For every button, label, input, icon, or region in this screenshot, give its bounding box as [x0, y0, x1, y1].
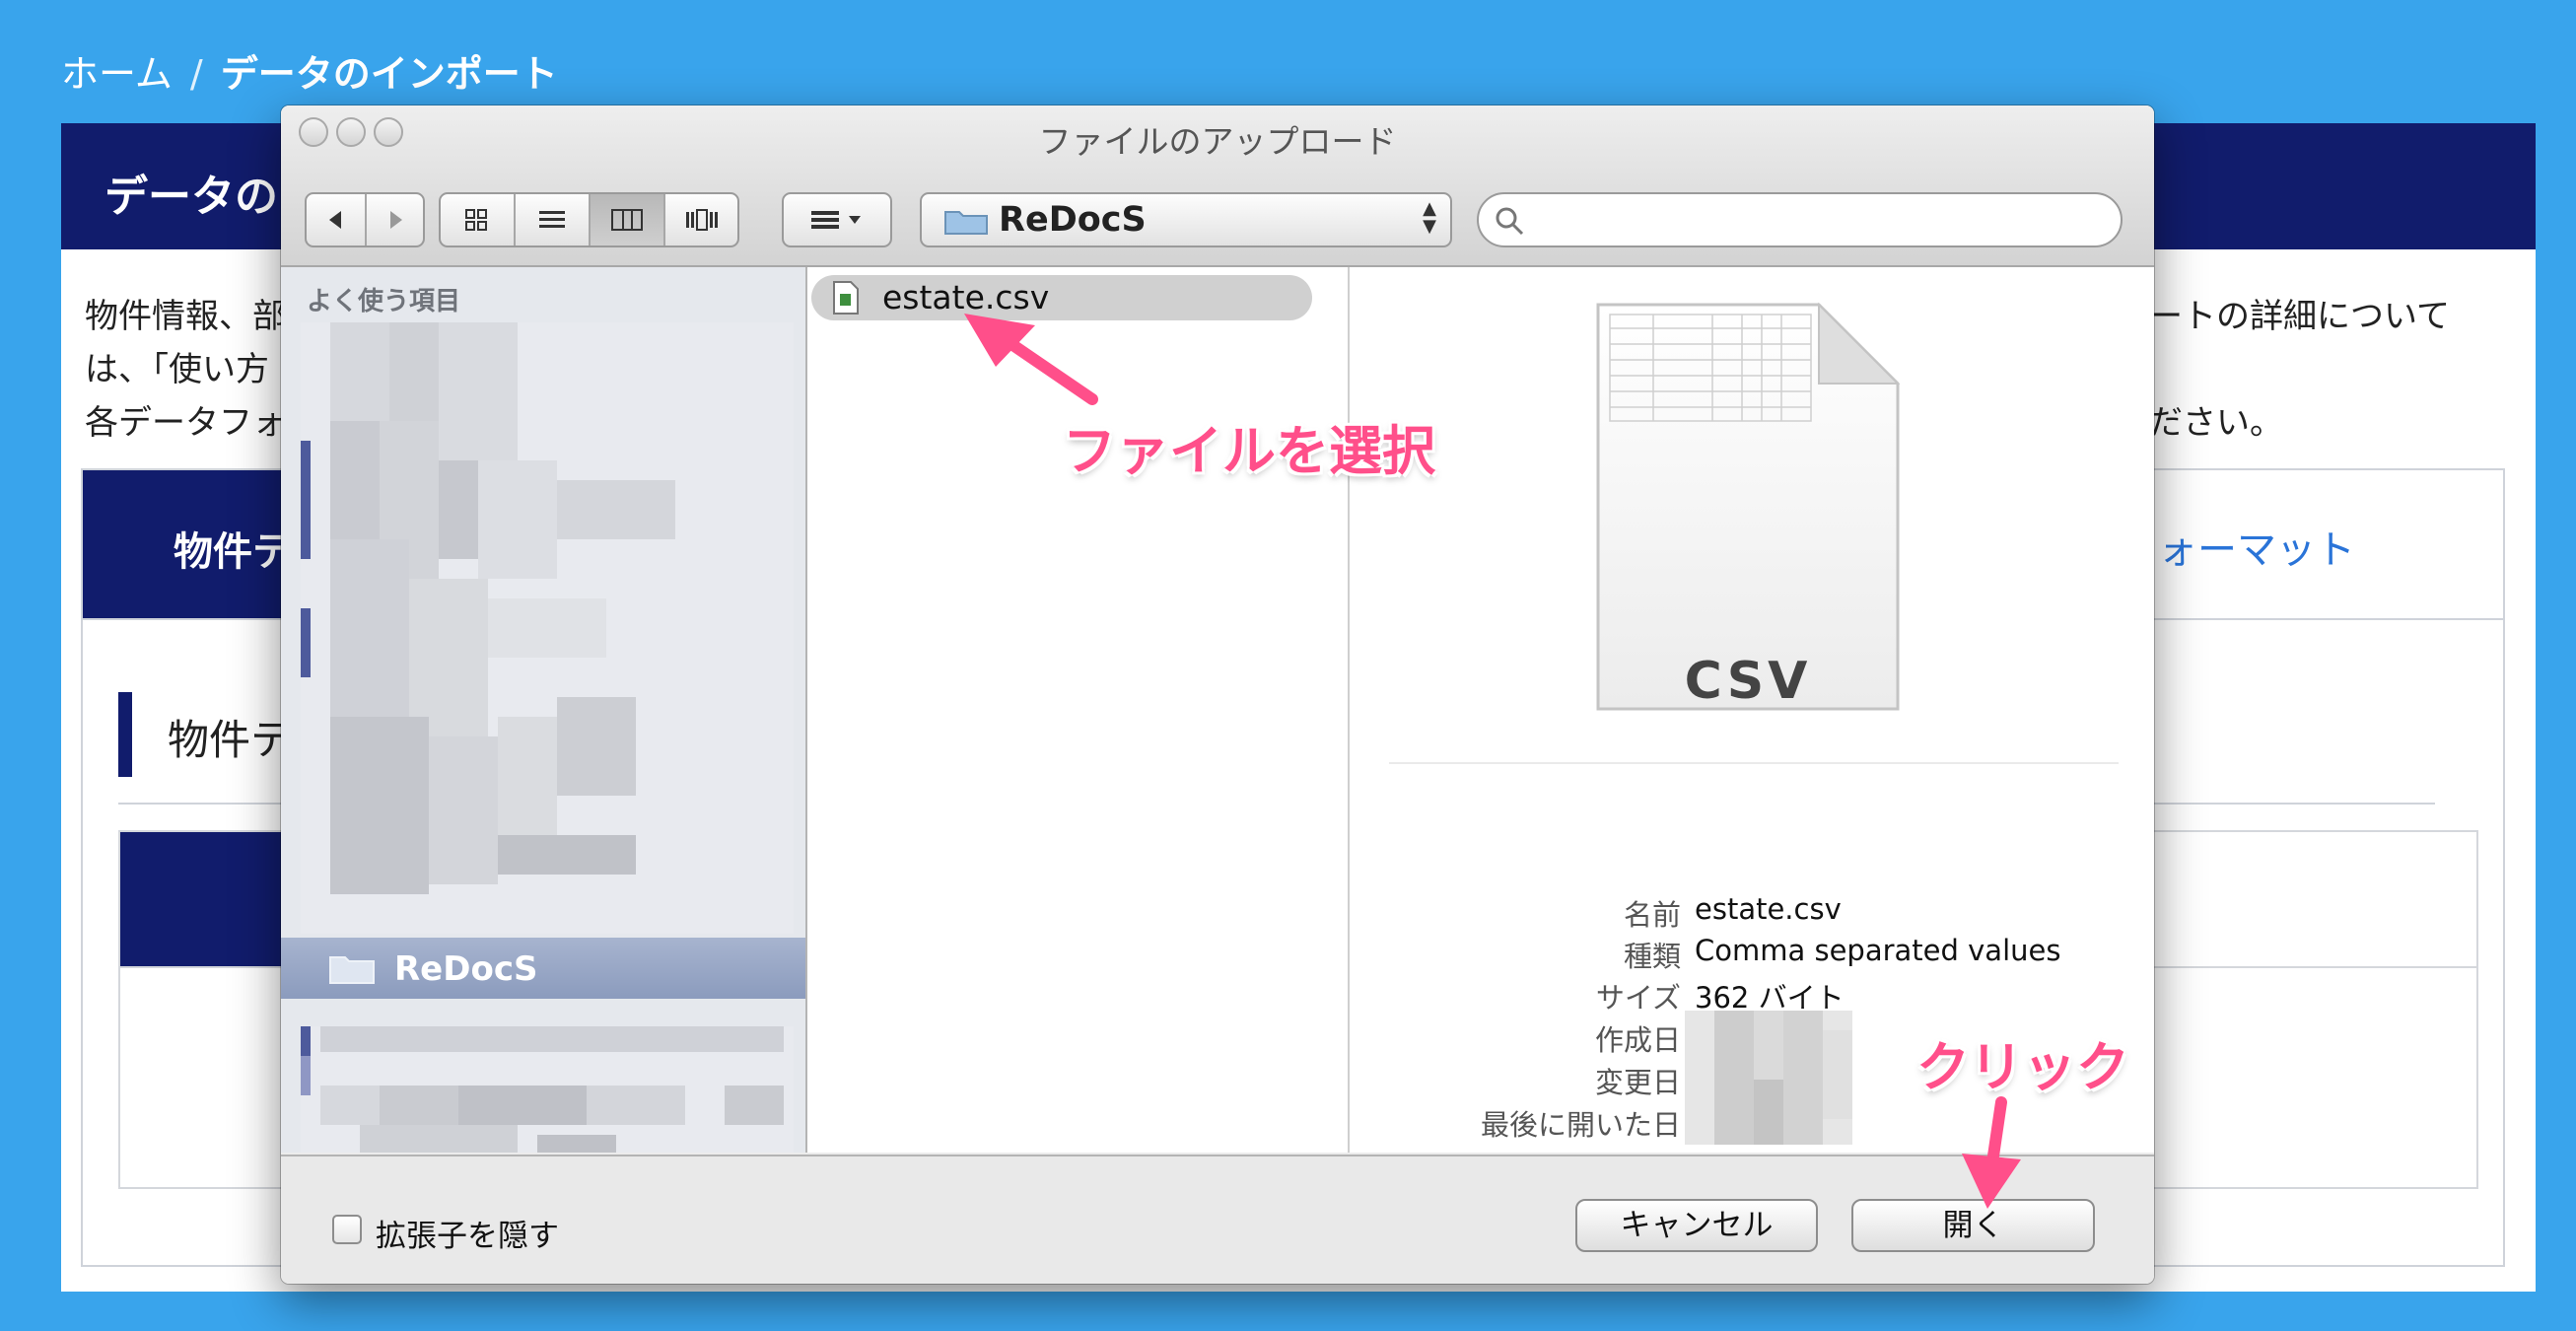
info-key: 変更日	[1594, 1066, 1681, 1099]
intro-line-2: は、「使い方	[85, 350, 269, 389]
section-title: 物件テ	[168, 716, 293, 764]
grid-icon	[465, 209, 487, 231]
open-button[interactable]: 開く	[1851, 1199, 2095, 1252]
file-browser-column: estate.csv	[807, 267, 1350, 1153]
csv-file-icon	[833, 281, 859, 315]
sidebar-item-label: ReDocS	[394, 949, 538, 989]
icon-view-button[interactable]	[441, 194, 514, 245]
redacted-dates	[1685, 1011, 1852, 1145]
column-view-button[interactable]	[589, 194, 663, 245]
tab-property-data[interactable]: 物件テ	[83, 470, 300, 618]
breadcrumb-current: データのインポート	[220, 52, 558, 96]
redacted-devices	[301, 1026, 794, 1153]
info-value: Comma separated values	[1695, 934, 2061, 967]
cancel-button[interactable]: キャンセル	[1575, 1199, 1818, 1252]
back-button[interactable]	[307, 194, 365, 245]
back-arrow-icon	[328, 211, 341, 229]
sidebar-heading-favorites: よく使う項目	[307, 287, 461, 316]
search-input[interactable]	[1538, 202, 2104, 240]
page-title: データの	[104, 172, 278, 222]
search-field[interactable]	[1477, 192, 2123, 247]
view-mode-buttons	[439, 192, 739, 247]
info-key: 作成日	[1594, 1023, 1681, 1057]
sidebar: よく使う項目 ReDocS	[281, 267, 807, 1153]
arrange-button[interactable]	[782, 192, 892, 247]
forward-button[interactable]	[365, 194, 423, 245]
format-table-header	[120, 832, 288, 966]
intro-right-line-1: ートの詳細について	[2149, 297, 2450, 336]
intro-right-line-3: ださい。	[2149, 403, 2283, 443]
popup-arrows-icon: ▲ ▼	[1423, 198, 1436, 237]
coverflow-icon	[686, 209, 718, 231]
columns-icon	[611, 209, 643, 231]
breadcrumb: ホーム / データのインポート	[61, 43, 558, 98]
info-row-kind: 種類 Comma separated values	[1350, 934, 2154, 973]
forward-arrow-icon	[389, 211, 402, 229]
intro-line-3: 各データフォ	[85, 403, 286, 443]
folder-icon	[944, 211, 988, 235]
preview-file-type-label: CSV	[1684, 652, 1812, 711]
coverflow-view-button[interactable]	[663, 194, 738, 245]
hide-extension-label: 拡張子を隠す	[376, 1219, 559, 1254]
dialog-titlebar: ファイルのアップロード ReDocS ▲ ▼	[281, 105, 2154, 267]
info-key: 名前	[1623, 898, 1681, 932]
annotation-select-file: ファイルを選択	[1063, 420, 1435, 482]
info-key: 種類	[1623, 940, 1681, 973]
info-row-name: 名前 estate.csv	[1350, 892, 2154, 932]
intro-line-1: 物件情報、部	[85, 297, 286, 336]
nav-buttons	[305, 192, 425, 247]
location-popup[interactable]: ReDocS ▲ ▼	[920, 192, 1452, 247]
location-label: ReDocS	[999, 200, 1147, 240]
dialog-footer: 拡張子を隠す キャンセル 開く	[281, 1155, 2154, 1284]
file-name: estate.csv	[882, 278, 1050, 316]
preview-pane: CSV 名前 estate.csv 種類 Comma separated val…	[1350, 267, 2154, 1153]
file-upload-dialog: ファイルのアップロード ReDocS ▲ ▼ よく使う項目 ReDocS est…	[281, 105, 2154, 1284]
folder-icon	[329, 956, 375, 984]
dialog-title: ファイルのアップロード	[1038, 122, 1397, 161]
info-key: サイズ	[1595, 981, 1681, 1015]
info-key: 最後に開いた日	[1480, 1108, 1681, 1142]
search-icon	[1496, 207, 1524, 236]
tab-format[interactable]: ォーマット	[2158, 518, 2355, 575]
redacted-favorites	[301, 322, 794, 934]
list-icon	[539, 211, 565, 228]
file-row-estate-csv[interactable]: estate.csv	[811, 275, 1312, 320]
section-accent-bar	[118, 692, 132, 777]
info-row-size: サイズ 362 バイト	[1350, 975, 2154, 1015]
preview-divider	[1389, 762, 2119, 764]
sidebar-item-redocs[interactable]: ReDocS	[281, 938, 805, 999]
list-view-button[interactable]	[514, 194, 589, 245]
arrange-button-content	[784, 194, 894, 245]
tab-property-data-label: 物件テ	[174, 529, 292, 575]
hide-extension-checkbox[interactable]	[332, 1215, 362, 1244]
breadcrumb-home[interactable]: ホーム	[61, 52, 173, 96]
arrange-grid-icon	[811, 211, 861, 229]
annotation-click: クリック	[1916, 1036, 2129, 1098]
breadcrumb-separator: /	[189, 52, 203, 96]
info-value: estate.csv	[1695, 892, 1842, 926]
